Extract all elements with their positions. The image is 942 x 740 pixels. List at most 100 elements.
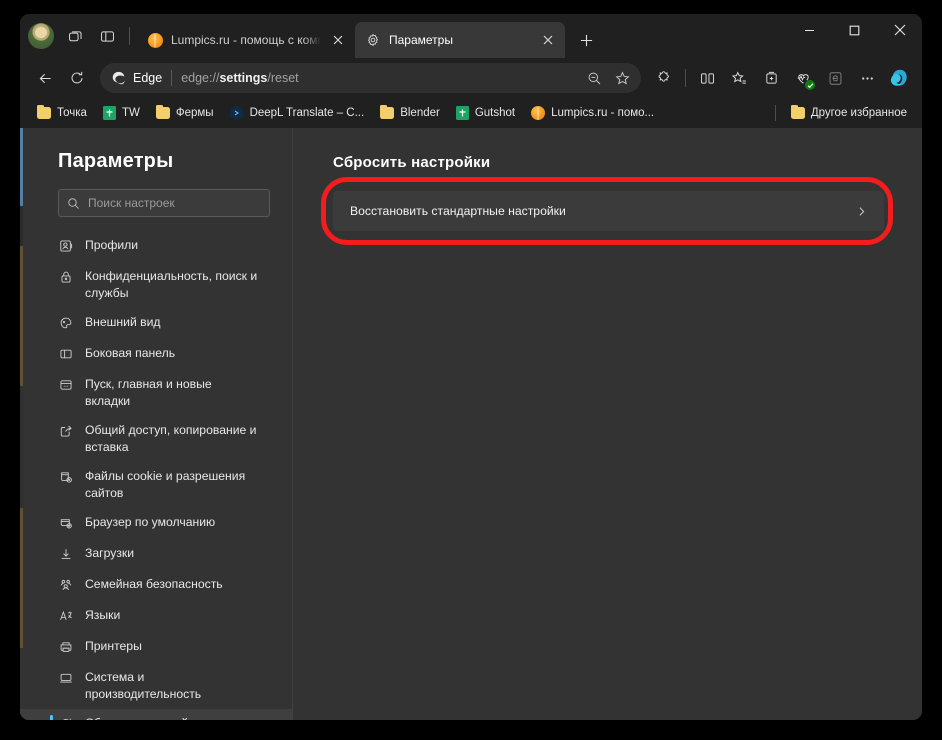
edge-browser-window: Lumpics.ru - помощь с компьюте Параметры [20, 14, 922, 720]
close-button[interactable] [877, 14, 922, 46]
sheets-icon [455, 106, 469, 120]
split-pane-icon[interactable] [92, 21, 122, 51]
bookmark-tochka[interactable]: Точка [30, 101, 94, 125]
sidebar-item-reset-settings[interactable]: Сбросить настройки [20, 709, 292, 720]
sidebar-item-label: Конфиденциальность, поиск и службы [85, 269, 258, 300]
bookmark-label: TW [121, 107, 140, 119]
maximize-button[interactable] [832, 14, 877, 46]
bookmark-label: Точка [57, 107, 87, 119]
bookmark-tw[interactable]: TW [96, 101, 147, 125]
sidebar-item-label: Файлы cookie и разрешения сайтов [85, 469, 246, 500]
bookmark-lumpics[interactable]: Lumpics.ru - помо... [524, 101, 661, 125]
split-screen-icon[interactable] [692, 63, 722, 93]
address-bar-actions [581, 65, 635, 91]
reset-settings-section: Восстановить стандартные настройки [321, 177, 893, 245]
sidebar-item-label: Внешний вид [85, 315, 161, 329]
chevron-right-icon [855, 205, 868, 218]
sidebar-item-start-home[interactable]: Пуск, главная и новые вкладки [20, 370, 292, 416]
browser-essentials-heart-icon[interactable] [788, 63, 818, 93]
sidebar-item-label: Пуск, главная и новые вкладки [85, 377, 212, 408]
bookmark-blender[interactable]: Blender [373, 101, 447, 125]
folder-icon [790, 104, 805, 119]
bookmark-fermy[interactable]: Фермы [149, 101, 221, 125]
sidebar-item-languages[interactable]: Языки [20, 601, 292, 632]
reload-icon[interactable] [62, 63, 92, 93]
lock-icon [58, 268, 74, 285]
new-tab-button[interactable] [571, 25, 601, 55]
ellipsis-icon[interactable] [852, 63, 882, 93]
sidebar-item-downloads[interactable]: Загрузки [20, 539, 292, 570]
url-prefix: edge:// [181, 71, 220, 85]
toolbar-divider [685, 69, 686, 87]
sidebar-item-appearance[interactable]: Внешний вид [20, 308, 292, 339]
collections-add-icon[interactable] [756, 63, 786, 93]
url-text: edge://settings/reset [181, 71, 581, 85]
address-bar[interactable]: Edge edge://settings/reset [100, 63, 641, 93]
sidebar-item-label: Общий доступ, копирование и вставка [85, 423, 257, 454]
sidebar-item-label: Сбросить настройки [85, 715, 200, 720]
zoom-out-icon[interactable] [581, 65, 607, 91]
sidebar-item-sidebar[interactable]: Боковая панель [20, 339, 292, 370]
languages-icon [58, 607, 74, 624]
folder-icon [37, 104, 51, 119]
sidebar-item-label: Система и производительность [85, 670, 202, 701]
content-heading: Сбросить настройки [333, 154, 491, 171]
tab-lumpics[interactable]: Lumpics.ru - помощь с компьюте [137, 22, 355, 58]
download-icon [58, 545, 74, 562]
sidebar-item-profiles[interactable]: Профили [20, 231, 292, 262]
tab-strip-left-controls [20, 14, 137, 58]
close-icon[interactable] [539, 31, 557, 49]
appearance-icon [58, 314, 74, 331]
bookmark-label: Фермы [175, 107, 214, 119]
screenshot-root: Lumpics.ru - помощь с компьюте Параметры [0, 0, 942, 740]
bookmark-deepl[interactable]: DeepL Translate – C... [223, 101, 372, 125]
tab-strip: Lumpics.ru - помощь с компьюте Параметры [20, 14, 922, 58]
sidebar-item-label: Языки [85, 608, 121, 622]
status-badge [805, 80, 815, 90]
minimize-button[interactable] [787, 14, 832, 46]
favorites-star-list-icon[interactable] [724, 63, 754, 93]
sidebar-item-system-performance[interactable]: Система и производительность [20, 663, 292, 709]
search-input[interactable]: Поиск настроек [58, 189, 270, 217]
copilot-icon[interactable] [884, 62, 916, 94]
tab-search-icon[interactable] [60, 21, 90, 51]
bookmark-other-favorites[interactable]: Другое избранное [784, 101, 914, 125]
sidebar-item-privacy[interactable]: Конфиденциальность, поиск и службы [20, 262, 292, 308]
tab-parametry[interactable]: Параметры [355, 22, 565, 58]
sidebar-item-label: Профили [85, 238, 139, 252]
folder-icon [155, 104, 170, 119]
sidebar-item-label: Принтеры [85, 639, 142, 653]
star-icon[interactable] [609, 65, 635, 91]
sidebar-item-label: Загрузки [85, 546, 135, 560]
sidebar-item-share-copy-paste[interactable]: Общий доступ, копирование и вставка [20, 416, 292, 462]
sidebar-item-label: Боковая панель [85, 346, 176, 360]
start-home-icon [58, 376, 74, 393]
sheets-icon [102, 106, 116, 120]
bookmark-gutshot[interactable]: Gutshot [449, 101, 522, 125]
bookmarks-bar: Точка TW Фермы DeepL Translate – C... Bl… [20, 98, 922, 128]
search-placeholder: Поиск настроек [88, 196, 175, 210]
sidebar-item-cookies[interactable]: Файлы cookie и разрешения сайтов [20, 462, 292, 508]
folder-icon [380, 104, 395, 119]
page-title: Параметры [58, 150, 174, 172]
reset-icon [58, 715, 74, 720]
tab-list: Lumpics.ru - помощь с компьюте Параметры [137, 14, 787, 58]
extensions-puzzle-icon[interactable] [649, 63, 679, 93]
restore-defaults-row[interactable]: Восстановить стандартные настройки [333, 191, 884, 231]
printer-icon [58, 638, 74, 655]
tab-strip-divider [129, 27, 130, 45]
close-icon[interactable] [329, 31, 347, 49]
sidebar-item-family-safety[interactable]: Семейная безопасность [20, 570, 292, 601]
sidebar-item-printers[interactable]: Принтеры [20, 632, 292, 663]
tab-title: Lumpics.ru - помощь с компьюте [171, 33, 321, 47]
restore-defaults-label: Восстановить стандартные настройки [350, 204, 566, 218]
deepl-icon [229, 106, 244, 120]
profile-avatar[interactable] [28, 23, 54, 49]
bookmark-label: Gutshot [474, 107, 516, 119]
bookmarks-divider [774, 105, 776, 121]
settings-content: Сбросить настройки Восстановить стандарт… [293, 128, 922, 720]
sidebar-item-default-browser[interactable]: Браузер по умолчанию [20, 508, 292, 539]
url-bold: settings [219, 71, 268, 85]
internet-explorer-icon[interactable] [820, 63, 850, 93]
back-arrow-icon[interactable] [30, 63, 60, 93]
